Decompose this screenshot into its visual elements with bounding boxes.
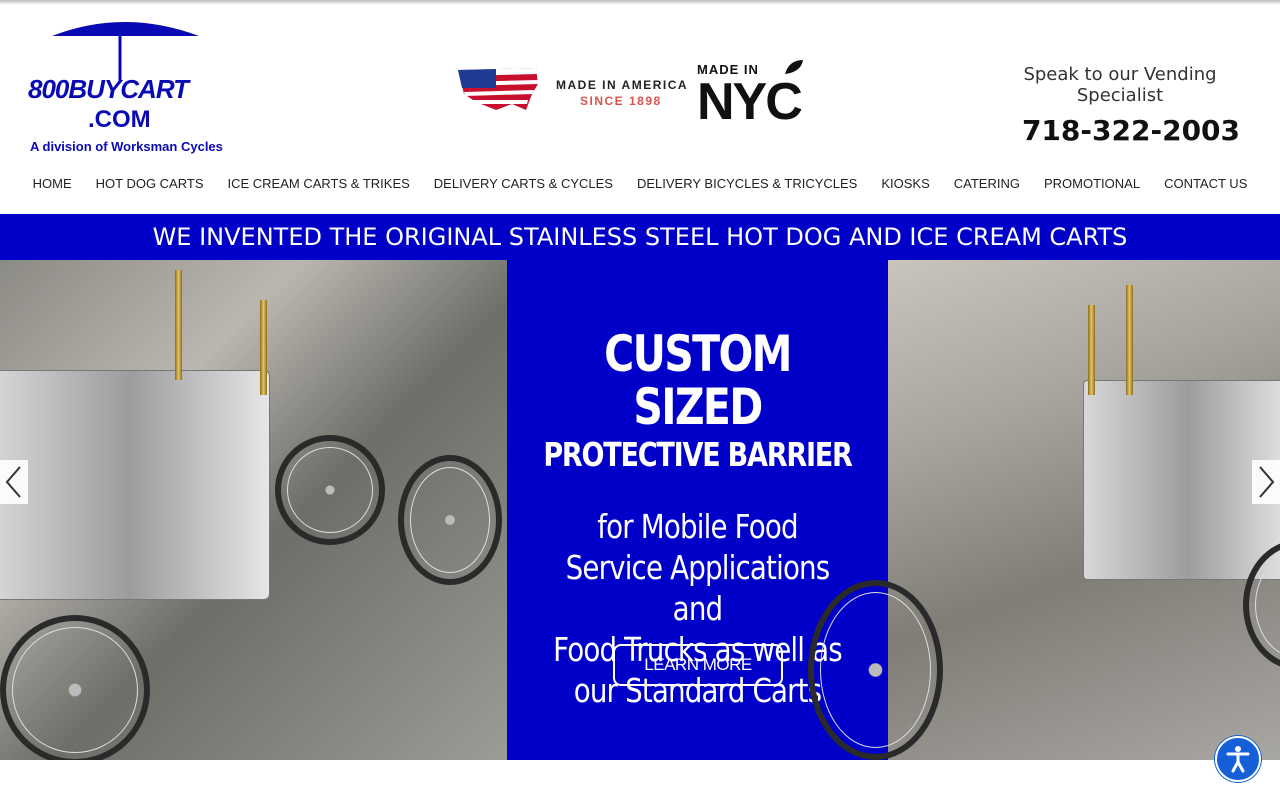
apple-leaf-icon	[785, 60, 803, 74]
umbrella-icon	[52, 22, 199, 82]
bike-wheel	[275, 435, 385, 545]
logo-name: 800BUYCART	[28, 74, 189, 104]
nav-item-kiosks[interactable]: KIOSKS	[869, 176, 941, 191]
accessibility-button[interactable]	[1215, 736, 1261, 782]
promo-body-line: for Mobile Food	[597, 507, 798, 546]
vending-specialist-text: Speak to our Vending Specialist	[1023, 64, 1217, 106]
nav-item-home[interactable]: HOME	[21, 176, 84, 191]
barrier-post	[1088, 305, 1095, 395]
cart-body	[1083, 380, 1280, 580]
chevron-left-icon	[5, 466, 21, 498]
phone-number[interactable]: 718-322-2003	[980, 114, 1260, 147]
barrier-post	[175, 270, 182, 380]
since-year-text: SINCE 1898	[580, 94, 662, 108]
nav-item-contact-us[interactable]: CONTACT US	[1152, 176, 1259, 191]
chevron-right-icon	[1259, 466, 1275, 498]
promo-subtitle: PROTECTIVE BARRIER	[543, 435, 853, 474]
usa-flag-map-icon	[458, 68, 538, 110]
top-shadow-bar	[0, 0, 1280, 5]
made-in-nyc-badge: MADE IN NYC	[697, 56, 827, 131]
site-logo[interactable]: 800BUYCART .COM A division of Worksman C…	[24, 12, 229, 157]
logo-domain: .COM	[88, 106, 151, 133]
made-in-america-badge: MADE IN AMERICA SINCE 1898	[456, 64, 687, 116]
nav-item-delivery-carts[interactable]: DELIVERY CARTS & CYCLES	[422, 176, 625, 191]
nav-item-delivery-bicycles[interactable]: DELIVERY BICYCLES & TRICYCLES	[625, 176, 869, 191]
slider-prev-button[interactable]	[0, 460, 28, 504]
slider-next-button[interactable]	[1252, 460, 1280, 504]
made-in-america-text: MADE IN AMERICA	[556, 78, 689, 92]
cart-photo-left	[0, 260, 507, 760]
hero-slider: CUSTOM SIZED PROTECTIVE BARRIER for Mobi…	[0, 260, 1280, 760]
contact-block: Speak to our Vending Specialist 718-322-…	[980, 64, 1260, 147]
promo-body-line: Service Applications and	[565, 548, 831, 628]
nav-item-hot-dog-carts[interactable]: HOT DOG CARTS	[84, 176, 216, 191]
promo-title: CUSTOM SIZED	[604, 325, 792, 436]
nav-item-catering[interactable]: CATERING	[942, 176, 1032, 191]
barrier-post	[260, 300, 267, 395]
cart-photo-right	[808, 260, 1280, 760]
cart-body	[0, 370, 270, 600]
cart-wheel	[0, 615, 150, 760]
bike-wheel	[398, 455, 502, 585]
main-nav: HOME HOT DOG CARTS ICE CREAM CARTS & TRI…	[0, 172, 1280, 194]
barrier-post	[1126, 285, 1133, 395]
bike-wheel	[808, 580, 943, 760]
nav-item-promotional[interactable]: PROMOTIONAL	[1032, 176, 1152, 191]
learn-more-button[interactable]: LEARN MORE	[613, 644, 783, 686]
logo-division-text: A division of Worksman Cycles	[30, 139, 223, 154]
accessibility-icon	[1226, 746, 1250, 773]
tagline-banner: WE INVENTED THE ORIGINAL STAINLESS STEEL…	[0, 214, 1280, 260]
nav-item-ice-cream-carts[interactable]: ICE CREAM CARTS & TRIKES	[216, 176, 422, 191]
